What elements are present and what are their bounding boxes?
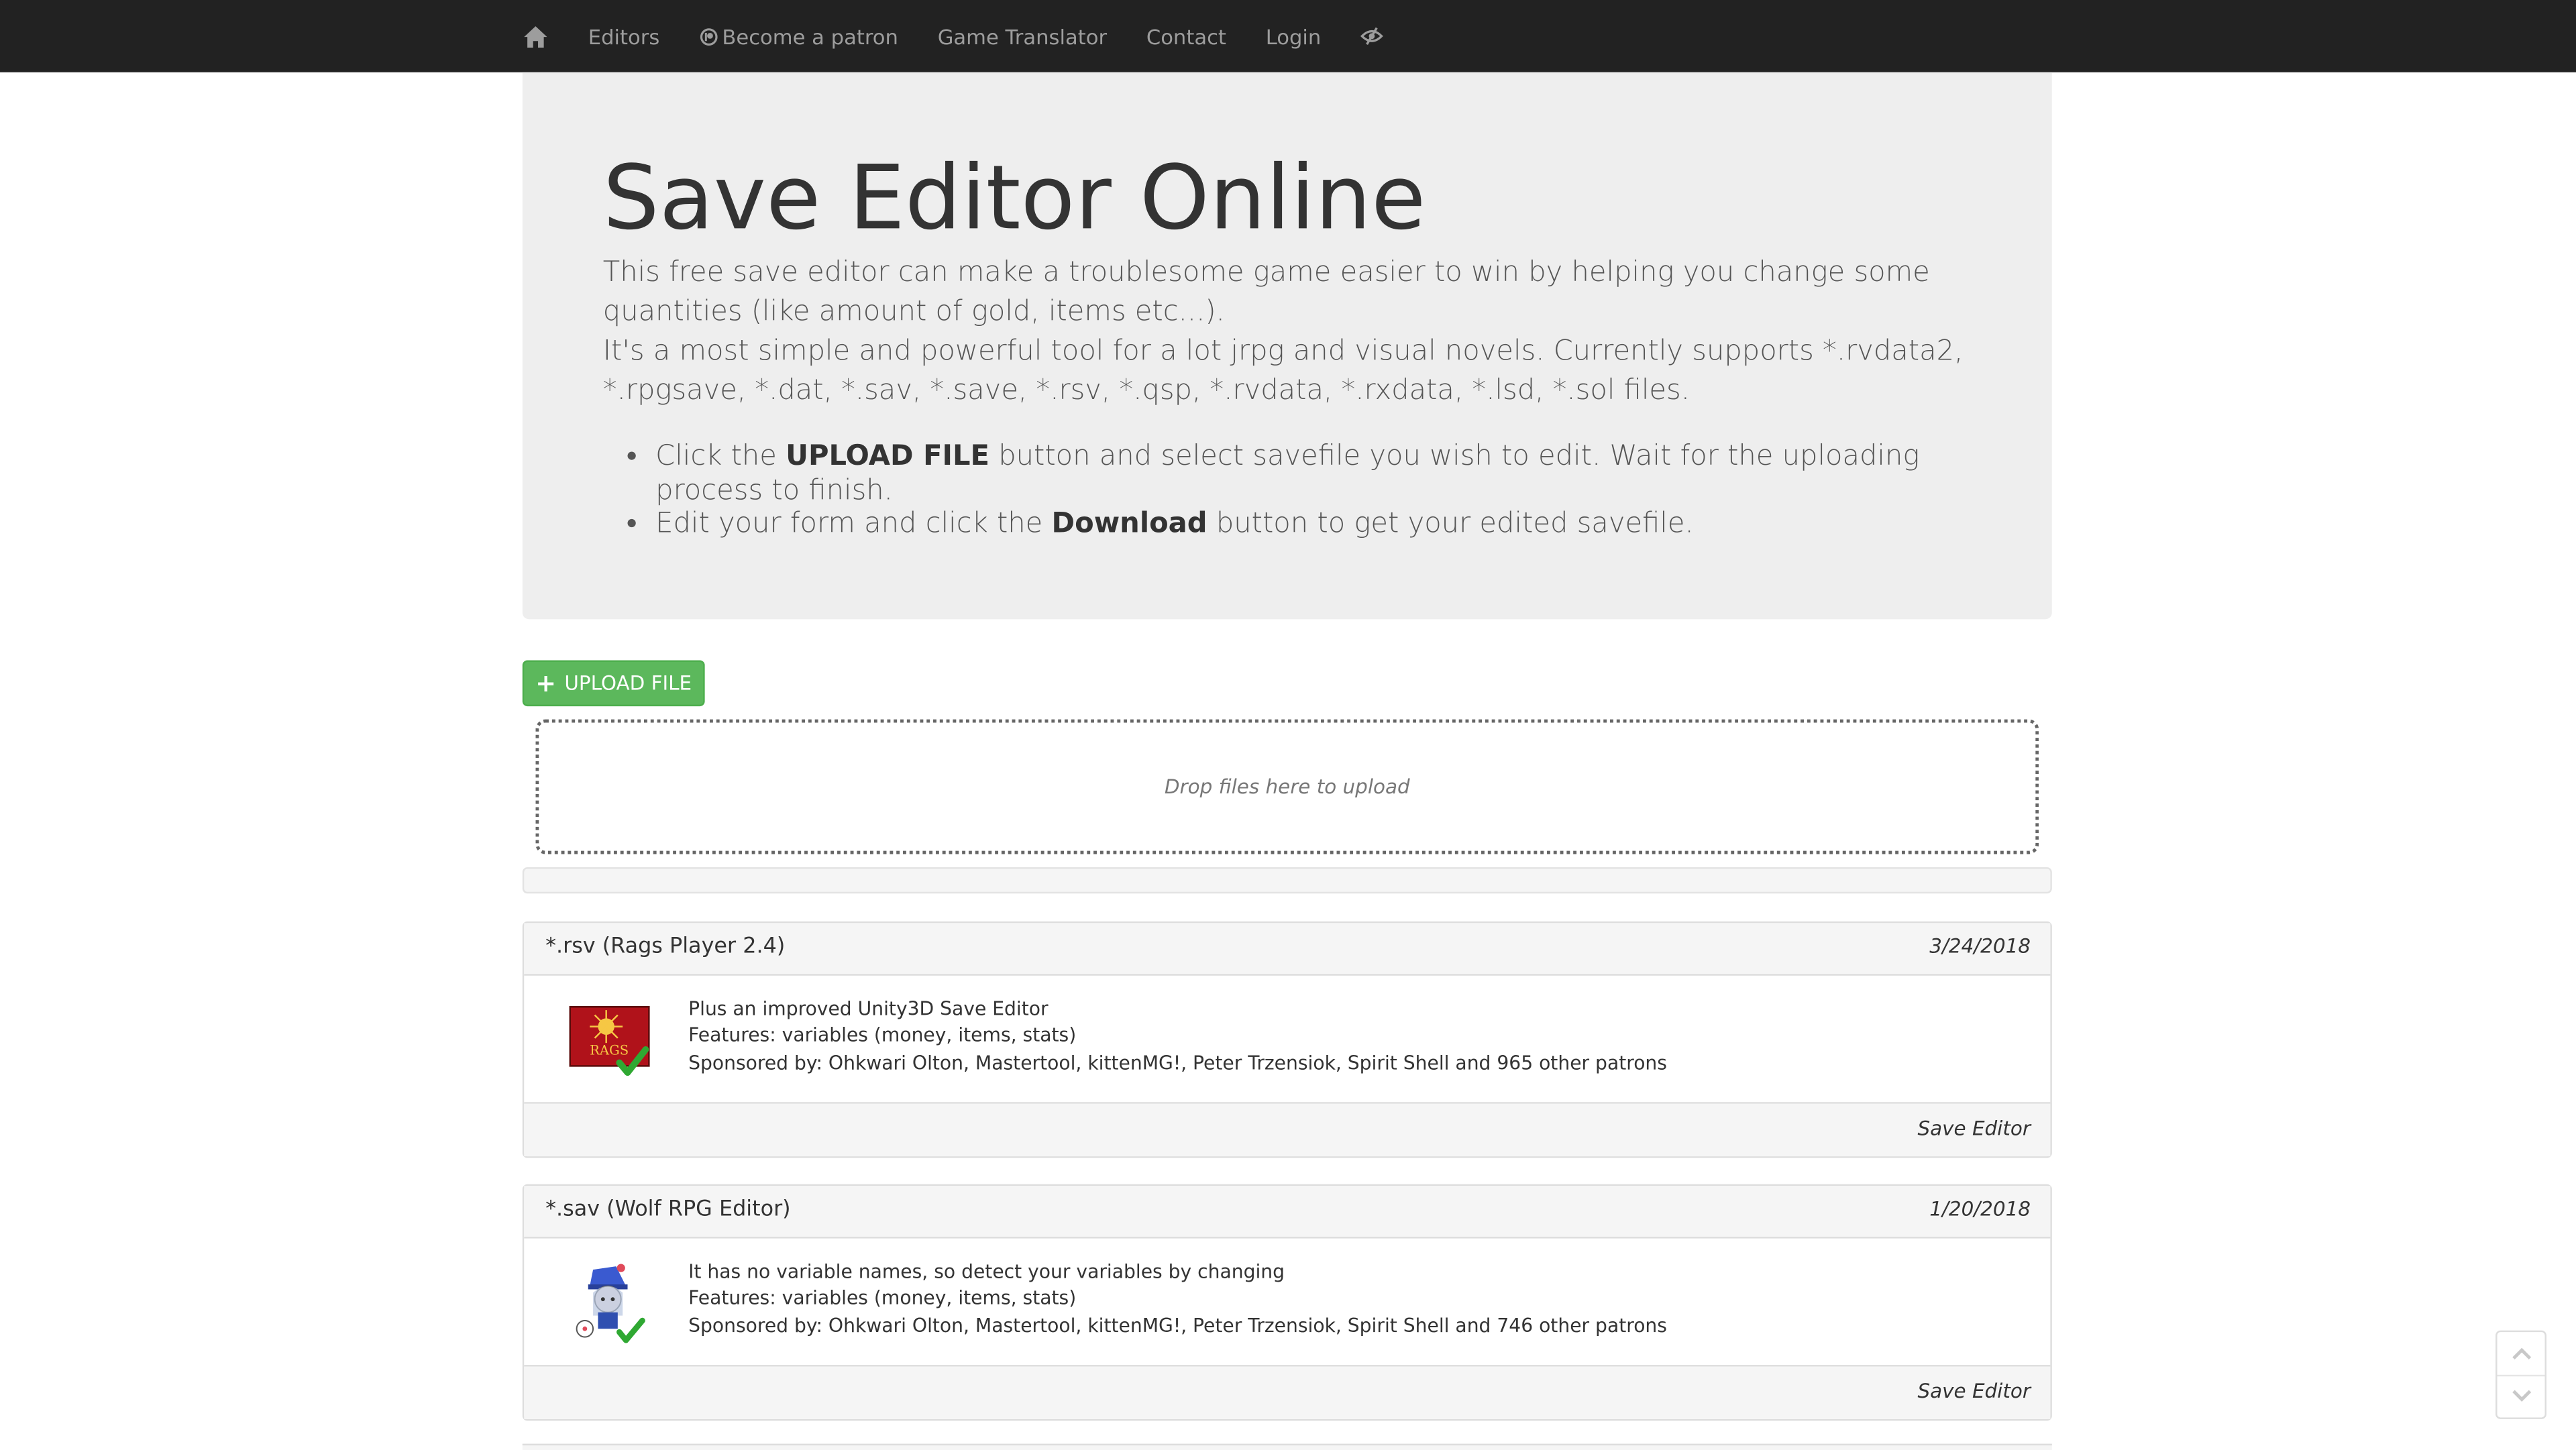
instructions-list: Click the UPLOAD FILE button and select …	[603, 440, 1967, 541]
nav-game-translator[interactable]: Game Translator	[938, 24, 1107, 49]
nav-become-patron[interactable]: Become a patron	[699, 23, 898, 49]
chevron-up-icon[interactable]	[2497, 1332, 2545, 1377]
step-upload-pre: Click the	[655, 440, 786, 473]
panel-date: 3/24/2018	[1929, 934, 2031, 958]
plus-icon: +	[535, 667, 557, 698]
patreon-icon	[699, 27, 717, 45]
upload-progress-bar	[522, 867, 2052, 894]
nav-contact-label: Contact	[1146, 23, 1226, 49]
save-editor-link[interactable]: Save Editor	[1917, 1117, 2030, 1139]
intro-paragraph: This free save editor can make a trouble…	[602, 256, 1930, 329]
step-download-bold: Download	[1051, 507, 1208, 541]
dropzone-text: Drop files here to upload	[1164, 775, 1410, 799]
nav-game-translator-label: Game Translator	[937, 23, 1108, 49]
panel-features: Features: variables (money, items, stats…	[688, 1286, 1077, 1310]
nav-login[interactable]: Login	[1266, 24, 1322, 49]
panel-footer: Save Editor	[524, 1366, 2051, 1419]
panel-heading: *.sav (Wolf RPG Editor) 1/20/2018	[524, 1186, 2051, 1239]
panel-sponsors: Sponsored by: Ohkwari Olton, Mastertool,…	[688, 1050, 1667, 1074]
editor-panel-sav: *.sav (Wolf RPG Editor) 1/20/2018 It has…	[522, 1184, 2052, 1421]
panel-body: It has no variable names, so detect your…	[524, 1239, 2051, 1367]
wolf-rpg-mascot	[567, 1263, 652, 1345]
rags-logo: RAGS	[567, 1000, 652, 1082]
scroll-buttons	[2496, 1330, 2546, 1419]
svg-text:RAGS: RAGS	[590, 1042, 629, 1058]
chevron-down-icon[interactable]	[2497, 1375, 2544, 1418]
dropzone[interactable]: Drop files here to upload	[535, 719, 2039, 854]
nav-editors-label: Editors	[588, 23, 660, 49]
panel-features: Features: variables (money, items, stats…	[688, 1023, 1077, 1047]
panel-description: It has no variable names, so detect your…	[688, 1258, 1667, 1339]
next-panel-edge	[522, 1443, 2052, 1450]
panel-title: *.sav (Wolf RPG Editor)	[545, 1197, 791, 1223]
navbar: Editors Become a patron Game Translator …	[0, 0, 2576, 72]
jumbotron-content: Save Editor Online This free save editor…	[603, 145, 1967, 541]
step-upload-bold: UPLOAD FILE	[786, 440, 989, 473]
panel-line-1: Plus an improved Unity3D Save Editor	[688, 997, 1049, 1020]
page: Editors Become a patron Game Translator …	[0, 0, 2576, 1450]
panel-title: *.rsv (Rags Player 2.4)	[545, 934, 786, 960]
nav-menu: Editors Become a patron Game Translator …	[523, 0, 1384, 72]
home-icon[interactable]	[523, 23, 549, 49]
nav-editors[interactable]: Editors	[588, 24, 660, 49]
panel-line-1: It has no variable names, so detect your…	[688, 1260, 1285, 1283]
step-download-pre: Edit your form and click the	[655, 507, 1052, 541]
panel-body: RAGS Plus an improved Unity3D Save Edito…	[524, 976, 2051, 1104]
step-download-post: button to get your edited savefile.	[1207, 507, 1694, 541]
nav-become-patron-label: Become a patron	[722, 23, 898, 49]
nav-contact[interactable]: Contact	[1146, 24, 1226, 49]
upload-file-label: UPLOAD FILE	[564, 671, 692, 695]
instruction-step-download: Edit your form and click the Download bu…	[655, 508, 1966, 541]
eye-slash-icon[interactable]	[1360, 25, 1384, 48]
nav-login-label: Login	[1265, 23, 1322, 49]
editor-panel-rsv: *.rsv (Rags Player 2.4) 3/24/2018 RAGS P…	[522, 921, 2052, 1158]
panel-sponsors: Sponsored by: Ohkwari Olton, Mastertool,…	[688, 1313, 1667, 1337]
instruction-step-upload: Click the UPLOAD FILE button and select …	[655, 440, 1966, 507]
panel-footer: Save Editor	[524, 1103, 2051, 1157]
upload-file-button[interactable]: + UPLOAD FILE	[522, 660, 705, 707]
page-title: Save Editor Online	[602, 146, 1426, 250]
supported-formats-paragraph: It's a most simple and powerful tool for…	[602, 335, 1964, 408]
save-editor-link[interactable]: Save Editor	[1917, 1380, 2030, 1402]
panel-date: 1/20/2018	[1929, 1197, 2031, 1221]
panel-description: Plus an improved Unity3D Save Editor Fea…	[688, 995, 1667, 1076]
jumbotron: Save Editor Online This free save editor…	[522, 72, 2052, 620]
panel-heading: *.rsv (Rags Player 2.4) 3/24/2018	[524, 923, 2051, 976]
